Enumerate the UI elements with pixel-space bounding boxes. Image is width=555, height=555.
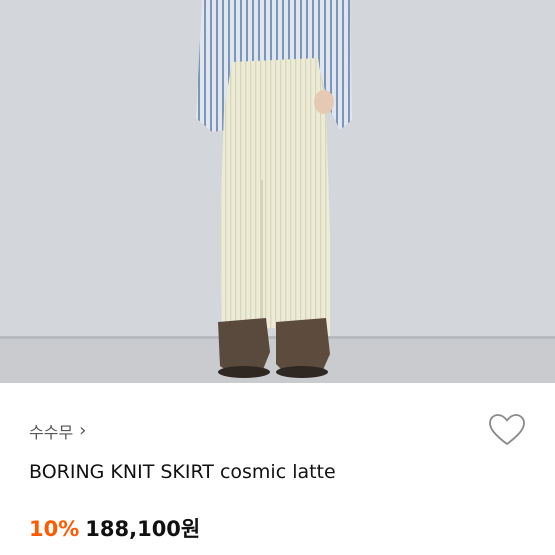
price-row: 10% 188,100원 — [29, 513, 200, 543]
product-info: 수수무 › BORING KNIT SKIRT cosmic latte 10%… — [0, 383, 555, 555]
discount-rate: 10% — [29, 517, 80, 541]
product-title: BORING KNIT SKIRT cosmic latte — [29, 461, 336, 483]
brand-link[interactable]: 수수무 › — [29, 420, 87, 443]
chevron-right-icon: › — [79, 420, 87, 441]
product-image[interactable] — [0, 0, 555, 383]
sale-price: 188,100원 — [85, 517, 201, 541]
heart-outline-icon[interactable] — [487, 411, 527, 451]
brand-name: 수수무 — [29, 423, 74, 442]
